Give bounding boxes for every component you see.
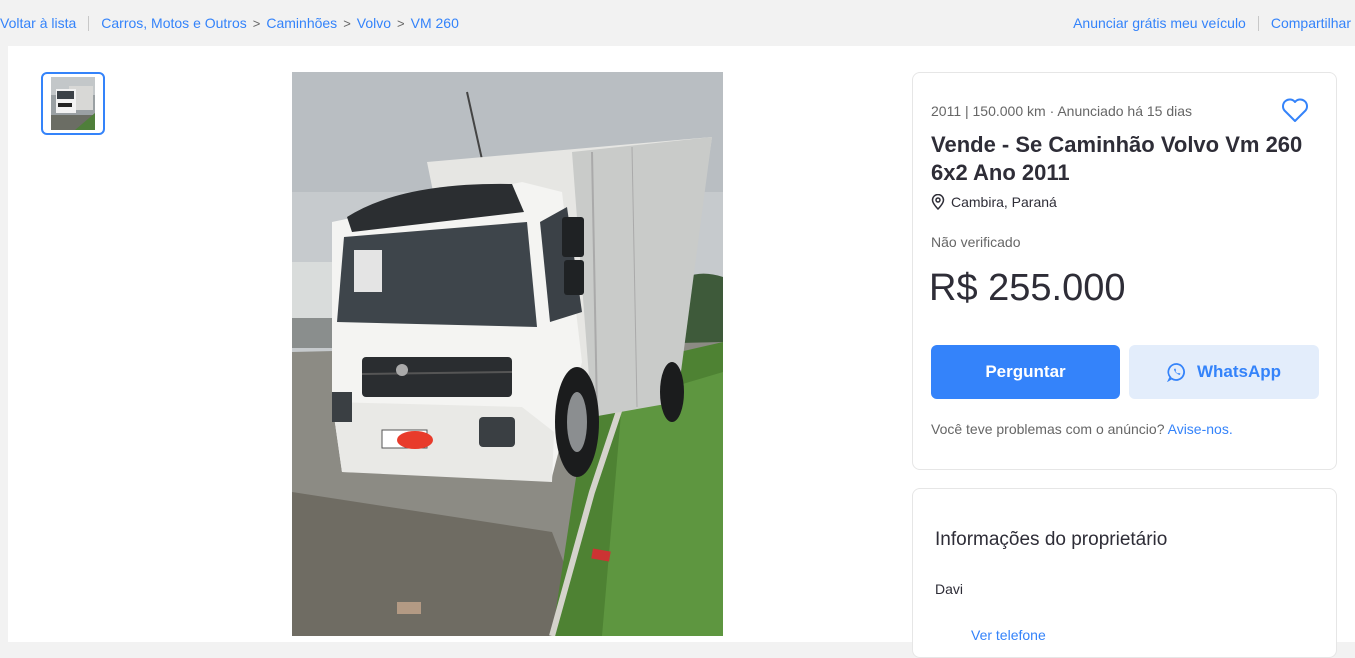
chevron-right-icon: > [397, 15, 405, 31]
chevron-right-icon: > [343, 15, 351, 31]
ask-button-label: Perguntar [985, 362, 1066, 381]
whatsapp-button[interactable]: WhatsApp [1129, 345, 1319, 399]
back-to-list-link[interactable]: Voltar à lista [0, 15, 76, 31]
report-problem-text: Você teve problemas com o anúncio? [931, 421, 1165, 437]
report-problem: Você teve problemas com o anúncio? Avise… [931, 421, 1233, 437]
listing-price: R$ 255.000 [929, 267, 1126, 309]
breadcrumb-bar: Voltar à lista Carros, Motos e Outros > … [0, 15, 459, 31]
breadcrumb-item-subcategory[interactable]: Caminhões [266, 15, 337, 31]
listing-summary-card: 2011 | 150.000 km · Anunciado há 15 dias… [912, 72, 1337, 470]
owner-info-heading: Informações do proprietário [935, 529, 1168, 550]
favorite-button[interactable] [1281, 97, 1309, 128]
top-actions: Anunciar grátis meu veículo Compartilhar [1073, 15, 1351, 31]
breadcrumb-item-model[interactable]: VM 260 [411, 15, 459, 31]
top-bar: Voltar à lista Carros, Motos e Outros > … [0, 0, 1355, 46]
listing-meta: 2011 | 150.000 km · Anunciado há 15 dias [931, 103, 1193, 119]
divider [1257, 15, 1259, 31]
gallery-thumbnail[interactable] [41, 72, 105, 135]
report-problem-link[interactable]: Avise-nos. [1168, 421, 1233, 437]
breadcrumb-item-category[interactable]: Carros, Motos e Outros [101, 15, 247, 31]
share-link[interactable]: Compartilhar [1271, 15, 1351, 31]
listing-location: Cambira, Paraná [931, 194, 1057, 210]
divider [88, 15, 90, 31]
listing-title: Vende - Se Caminhão Volvo Vm 260 6x2 Ano… [931, 132, 1303, 185]
location-text: Cambira, Paraná [951, 194, 1057, 210]
heart-icon [1282, 98, 1308, 122]
listing-content: 2011 | 150.000 km · Anunciado há 15 dias… [8, 46, 1355, 658]
sell-free-link[interactable]: Anunciar grátis meu veículo [1073, 15, 1246, 31]
main-vehicle-photo[interactable] [292, 72, 723, 636]
breadcrumb-item-brand[interactable]: Volvo [357, 15, 391, 31]
whatsapp-button-label: WhatsApp [1196, 362, 1282, 381]
truck-photo [292, 72, 723, 636]
whatsapp-icon [1167, 363, 1185, 382]
chevron-right-icon: > [252, 15, 261, 31]
verification-status: Não verificado [931, 234, 1021, 250]
show-phone-link[interactable]: Ver telefone [971, 627, 1046, 643]
owner-name: Davi [935, 581, 964, 597]
ask-button[interactable]: Perguntar [931, 345, 1120, 399]
truck-thumbnail-image [51, 77, 95, 130]
owner-info-card: Informações do proprietário Davi Ver tel… [912, 488, 1337, 658]
map-pin-icon [931, 194, 945, 210]
